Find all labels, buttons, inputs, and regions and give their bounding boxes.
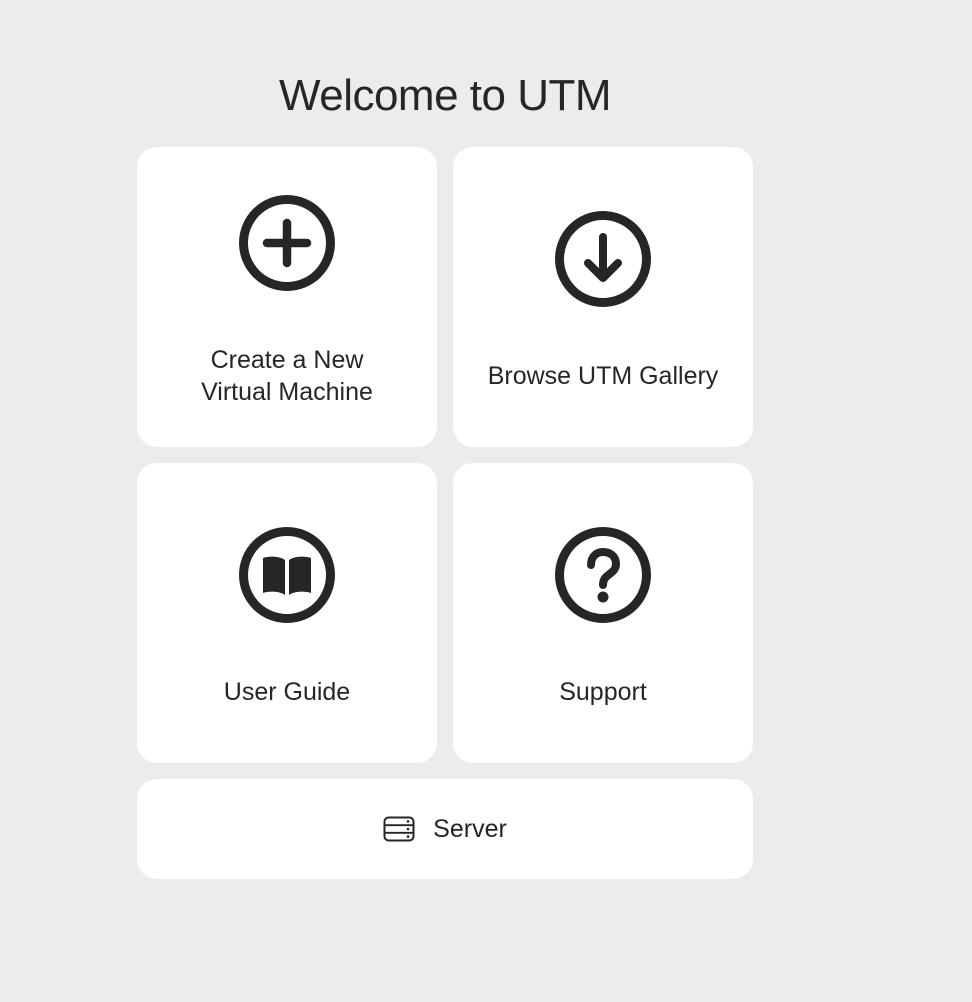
browse-gallery-button[interactable]: Browse UTM Gallery (453, 147, 753, 447)
plus-circle-icon (239, 195, 335, 291)
create-vm-label-line1: Create a New (210, 346, 364, 374)
download-circle-icon (555, 211, 651, 307)
server-label: Server (433, 815, 507, 843)
welcome-title: Welcome to UTM (278, 71, 612, 120)
user-guide-label: User Guide (223, 678, 351, 706)
create-vm-label-line2: Virtual Machine (201, 378, 373, 406)
browse-gallery-label: Browse UTM Gallery (487, 362, 719, 390)
server-button[interactable]: Server (137, 779, 753, 879)
book-circle-icon (239, 527, 335, 623)
create-vm-label: Create a New Virtual Machine (137, 344, 437, 408)
support-button[interactable]: Support (453, 463, 753, 763)
server-icon (383, 816, 415, 842)
support-label: Support (559, 678, 647, 706)
question-circle-icon (555, 527, 651, 623)
create-vm-button[interactable]: Create a New Virtual Machine (137, 147, 437, 447)
user-guide-button[interactable]: User Guide (137, 463, 437, 763)
